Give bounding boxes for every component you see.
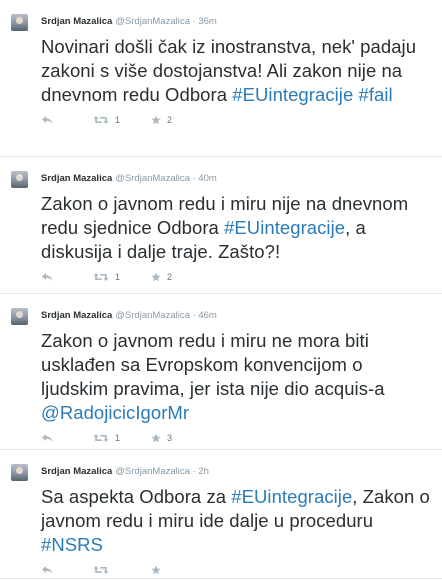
reply-button[interactable] (41, 272, 93, 282)
favorite-button[interactable]: 2 (151, 115, 211, 125)
retweet-button[interactable]: 1 (93, 433, 151, 443)
author-handle[interactable]: @SrdjanMazalica (115, 466, 190, 477)
reply-icon (41, 565, 53, 575)
tweet-header: Srdjan Mazalica @SrdjanMazalica · 36m (41, 0, 434, 29)
reply-icon (41, 272, 53, 282)
reply-button[interactable] (41, 565, 93, 575)
favorite-count: 2 (167, 115, 173, 125)
reply-icon (41, 115, 53, 125)
tweet-header: Srdjan Mazalica @SrdjanMazalica · 46m (41, 294, 434, 323)
hashtag-link[interactable]: #NSRS (41, 534, 103, 555)
reply-button[interactable] (41, 433, 93, 443)
favorite-button[interactable]: 3 (151, 433, 211, 443)
tweet-actions: 13 (41, 427, 434, 449)
favorite-icon (151, 115, 161, 125)
favorite-button[interactable]: 2 (151, 272, 211, 282)
tweet[interactable]: Srdjan Mazalica @SrdjanMazalica · 2h Sa as… (0, 450, 442, 579)
retweet-icon (93, 272, 109, 282)
author-name[interactable]: Srdjan Mazalica (41, 173, 112, 184)
hashtag-link[interactable]: #EUintegracije (231, 486, 352, 507)
favorite-icon (151, 565, 161, 575)
tweet-text: Zakon o javnom redu i miru nije na dnevn… (41, 192, 434, 264)
tweet-timestamp[interactable]: 2h (198, 466, 209, 477)
tweet-timeline: Srdjan Mazalica @SrdjanMazalica · 36m Novi… (0, 0, 442, 579)
tweet-actions: 12 (41, 266, 434, 288)
tweet[interactable]: Srdjan Mazalica @SrdjanMazalica · 40m Zako… (0, 157, 442, 294)
tweet-timestamp[interactable]: 36m (198, 16, 216, 27)
tweet-text-segment: Sa aspekta Odbora za (41, 486, 232, 507)
avatar[interactable] (11, 464, 28, 481)
tweet-text: Sa aspekta Odbora za #EUintegracije, Zak… (41, 485, 434, 557)
tweet-header: Srdjan Mazalica @SrdjanMazalica · 2h (41, 450, 434, 479)
retweet-count: 1 (115, 115, 121, 125)
avatar[interactable] (11, 308, 28, 325)
favorite-count: 2 (167, 272, 173, 282)
retweet-button[interactable] (93, 565, 151, 575)
retweet-button[interactable]: 1 (93, 272, 151, 282)
author-handle[interactable]: @SrdjanMazalica (115, 173, 190, 184)
favorite-icon (151, 433, 161, 443)
author-name[interactable]: Srdjan Mazalica (41, 310, 112, 321)
favorite-icon (151, 272, 161, 282)
author-name[interactable]: Srdjan Mazalica (41, 466, 112, 477)
favorite-button[interactable] (151, 565, 211, 575)
author-handle[interactable]: @SrdjanMazalica (115, 16, 190, 27)
mention-link[interactable]: @RadojicicIgorMr (41, 402, 189, 423)
retweet-icon (93, 565, 109, 575)
retweet-count: 1 (115, 433, 121, 443)
tweet-timestamp[interactable]: 40m (198, 173, 216, 184)
tweet-actions (41, 559, 434, 581)
tweet-actions: 12 (41, 109, 434, 131)
tweet-text: Zakon o javnom redu i miru ne mora biti … (41, 329, 434, 425)
retweet-button[interactable]: 1 (93, 115, 151, 125)
hashtag-link[interactable]: #fail (358, 84, 392, 105)
reply-icon (41, 433, 53, 443)
retweet-icon (93, 433, 109, 443)
author-name[interactable]: Srdjan Mazalica (41, 16, 112, 27)
avatar[interactable] (11, 14, 28, 31)
tweet-timestamp[interactable]: 46m (198, 310, 216, 321)
tweet[interactable]: Srdjan Mazalica @SrdjanMazalica · 36m Novi… (0, 0, 442, 157)
retweet-icon (93, 115, 109, 125)
author-handle[interactable]: @SrdjanMazalica (115, 310, 190, 321)
retweet-count: 1 (115, 272, 121, 282)
separator-dot: · (192, 16, 196, 27)
tweet-header: Srdjan Mazalica @SrdjanMazalica · 40m (41, 157, 434, 186)
tweet-text: Novinari došli čak iz inostranstva, nek'… (41, 35, 434, 107)
tweet[interactable]: Srdjan Mazalica @SrdjanMazalica · 46m Zako… (0, 294, 442, 450)
separator-dot: · (192, 310, 196, 321)
favorite-count: 3 (167, 433, 173, 443)
separator-dot: · (192, 173, 196, 184)
tweet-text-segment: Zakon o javnom redu i miru ne mora biti … (41, 330, 385, 399)
separator-dot: · (192, 466, 196, 477)
hashtag-link[interactable]: #EUintegracije (232, 84, 353, 105)
reply-button[interactable] (41, 115, 93, 125)
hashtag-link[interactable]: #EUintegracije (224, 217, 345, 238)
avatar[interactable] (11, 171, 28, 188)
